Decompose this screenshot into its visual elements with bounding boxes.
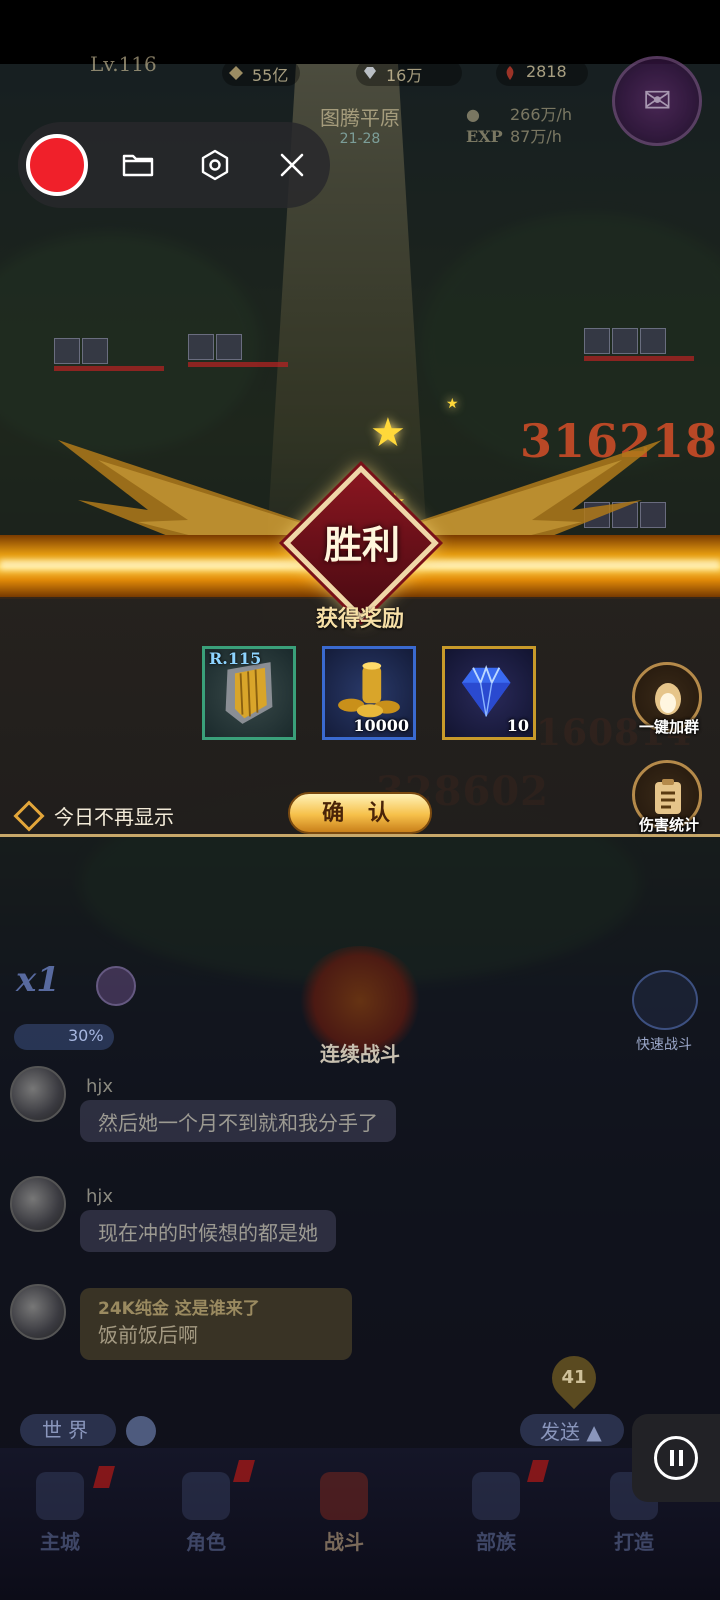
hero-skill-icons [188,334,242,360]
confirm-button[interactable]: 确 认 [288,792,432,834]
send-button[interactable]: 发送 ▲ [520,1414,624,1446]
diamond-value: 16万 [386,66,423,85]
nav-label: 部族 [476,1530,516,1554]
nav-label: 角色 [186,1530,226,1554]
idle-rates: ● 266万/h EXP 87万/h [466,104,572,148]
hero-hp-bar [54,366,164,371]
folder-button[interactable] [115,142,161,188]
ruby-pill[interactable]: 2818 [496,60,588,86]
clipboard-icon [655,779,681,814]
reward-title: 获得奖励 [315,606,404,632]
victory-title: 胜利 [323,522,400,567]
chat-username: 24K纯金 这是谁来了 [98,1299,260,1319]
star-icon: ★ [370,410,406,456]
record-button[interactable] [26,134,88,196]
helmet-icon [182,1472,230,1520]
nav-label: 战斗 [324,1530,364,1554]
power-value: 55亿 [252,66,289,85]
mail-icon[interactable] [96,966,136,1006]
hero-hp-bar [188,362,288,367]
chat-bubble: 然后她一个月不到就和我分手了 [80,1100,396,1142]
quick-battle-label: 快速战斗 [636,1037,692,1053]
chat-username: hjx [86,1186,114,1207]
penguin-icon [655,683,681,715]
avatar[interactable] [10,1284,66,1340]
avatar[interactable] [10,1176,66,1232]
chat-text: 饭前饭后啊 [98,1323,198,1347]
settings-button[interactable] [192,142,238,188]
dont-show-today-label: 今日不再显示 [54,805,174,829]
tribe-icon [472,1472,520,1520]
nav-label: 打造 [614,1530,654,1554]
chat-bubble: 现在冲的时候想的都是她 [80,1210,336,1252]
diamond-icon [364,67,376,79]
reward-count: 10 [506,716,529,735]
enemy-skill-icons [584,328,666,354]
chat-username: hjx [86,1076,114,1097]
settings-hexagon-icon [201,149,229,181]
recording-pause-button[interactable] [632,1414,720,1502]
join-group-label: 一键加群 [638,718,699,736]
quest-scroll-button[interactable]: ✉ [612,56,702,146]
nav-item-battle[interactable]: 战斗 [284,1452,404,1562]
reward-item-diamond[interactable]: 10 [442,646,536,740]
crossed-swords-nav-icon [320,1472,368,1520]
map-name: 图腾平原 [320,106,400,130]
diamond-pill[interactable]: 16万 [356,60,462,86]
nav-label: 主城 [40,1530,80,1554]
damage-stats-label: 伤害统计 [638,816,699,834]
reward-item-gold[interactable]: 10000 [322,646,416,740]
ruby-value: 2818 [526,62,567,81]
hero-skill-icons [54,338,108,364]
folder-icon [122,154,154,177]
world-channel-button[interactable]: 世界 [20,1414,116,1446]
close-icon [280,153,304,177]
close-recorder-button[interactable] [269,142,315,188]
castle-icon [36,1472,84,1520]
speed-toggle[interactable]: x1 [16,960,60,1000]
send-label: 发送 [540,1420,580,1444]
exp-rate: 87万/h [510,127,562,146]
continuous-battle-label: 连续战斗 [320,1042,400,1066]
chevron-up-icon: ▲ [586,1420,602,1444]
enemy-hp-bar [584,356,694,361]
unread-count-badge[interactable]: 41 [542,1346,606,1410]
star-icon: ★ [446,396,459,412]
player-level: Lv.116 [90,52,157,76]
reward-count: 10000 [353,716,409,735]
pause-icon [654,1436,698,1480]
power-icon [229,66,243,80]
power-pill: 55亿 [222,60,301,86]
gold-icon: ● [466,105,480,124]
exp-label: EXP [466,127,503,146]
gold-rate: 266万/h [510,105,573,124]
quick-battle-button[interactable] [632,970,698,1030]
scroll-icon: ✉ [643,81,672,121]
reward-level: R.115 [209,649,262,668]
screen-recorder-bar [18,122,330,208]
unread-count: 41 [561,1367,587,1388]
progress-badge: 30% [14,1024,114,1050]
progress-percent: 30% [68,1026,104,1045]
reward-item-shield[interactable]: R.115 [202,646,296,740]
emoji-icon[interactable] [126,1416,156,1446]
chat-bubble-vip: 24K纯金 这是谁来了 饭前饭后啊 [80,1288,352,1360]
avatar[interactable] [10,1066,66,1122]
ruby-icon [506,66,514,80]
